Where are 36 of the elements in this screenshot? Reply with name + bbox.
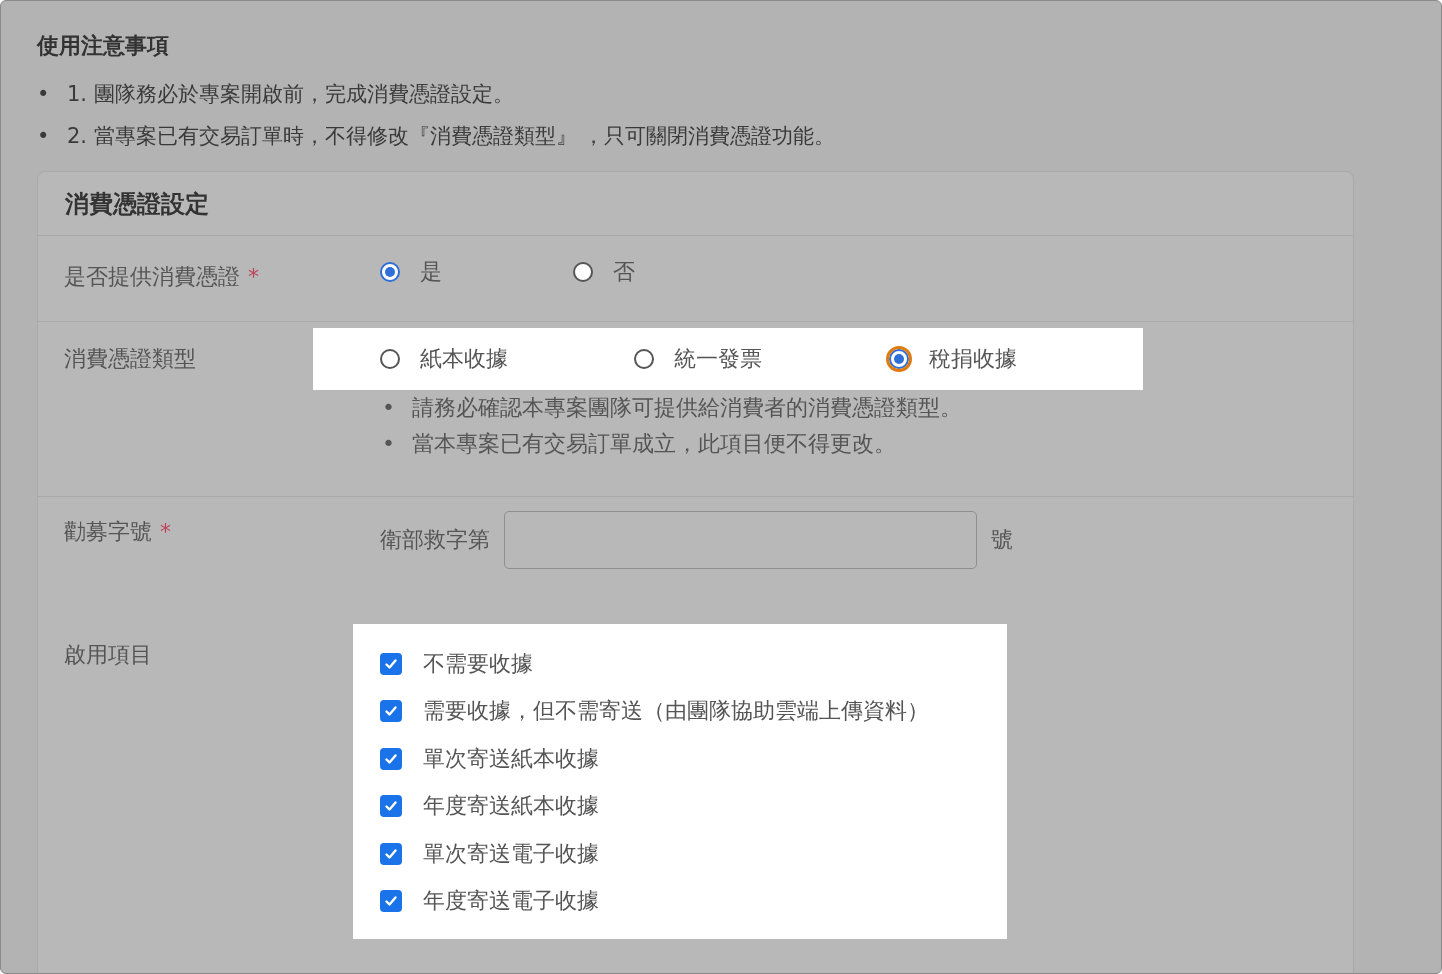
required-mark: * bbox=[248, 264, 259, 289]
field-label: 勸募字號 bbox=[64, 519, 152, 544]
bullet: • bbox=[382, 394, 396, 422]
checkbox-option[interactable]: 單次寄送電子收據 bbox=[380, 830, 980, 878]
checkbox[interactable] bbox=[380, 747, 402, 770]
checkbox[interactable] bbox=[380, 700, 402, 723]
checkbox[interactable] bbox=[380, 842, 402, 865]
field-suffix: 號 bbox=[991, 526, 1013, 554]
note-item: 當本專案已有交易訂單成立，此項目便不得更改。 bbox=[412, 430, 896, 458]
checkbox-option[interactable]: 單次寄送紙本收據 bbox=[380, 735, 980, 783]
checkbox-option[interactable]: 需要收據，但不需寄送（由團隊協助雲端上傳資料） bbox=[380, 687, 980, 735]
notice-title: 使用注意事項 bbox=[37, 32, 170, 60]
bullet: • bbox=[37, 81, 51, 108]
radio-option[interactable]: 否 bbox=[573, 252, 766, 292]
checkbox-option[interactable]: 年度寄送紙本收據 bbox=[380, 782, 980, 830]
radio-option[interactable]: 稅捐收據 bbox=[888, 344, 1143, 374]
checkbox-option[interactable]: 不需要收據 bbox=[380, 640, 980, 688]
field-prefix: 衛部救字第 bbox=[380, 526, 490, 554]
field-label: 消費憑證類型 bbox=[64, 346, 196, 371]
bullet: • bbox=[37, 123, 51, 150]
checkbox-option[interactable]: 年度寄送電子收據 bbox=[380, 877, 980, 925]
field-label: 啟用項目 bbox=[64, 642, 152, 667]
radio-option[interactable]: 是 bbox=[380, 252, 573, 292]
input-field[interactable] bbox=[504, 511, 977, 569]
card-title: 消費憑證設定 bbox=[65, 188, 209, 220]
notice-item: 2. 當專案已有交易訂單時，不得修改『消費憑證類型』 ，只可關閉消費憑證功能。 bbox=[67, 123, 836, 150]
radio-option[interactable]: 紙本收據 bbox=[380, 344, 635, 374]
checkbox[interactable] bbox=[380, 652, 402, 675]
notice-item: 1. 團隊務必於專案開啟前，完成消費憑證設定。 bbox=[67, 81, 514, 108]
radio-option[interactable]: 統一發票 bbox=[634, 344, 889, 374]
field-label: 是否提供消費憑證 bbox=[64, 264, 240, 289]
note-item: 請務必確認本專案團隊可提供給消費者的消費憑證類型。 bbox=[412, 394, 962, 422]
checkbox[interactable] bbox=[380, 890, 402, 913]
required-mark: * bbox=[160, 519, 171, 544]
checkbox[interactable] bbox=[380, 795, 402, 818]
bullet: • bbox=[382, 430, 396, 458]
